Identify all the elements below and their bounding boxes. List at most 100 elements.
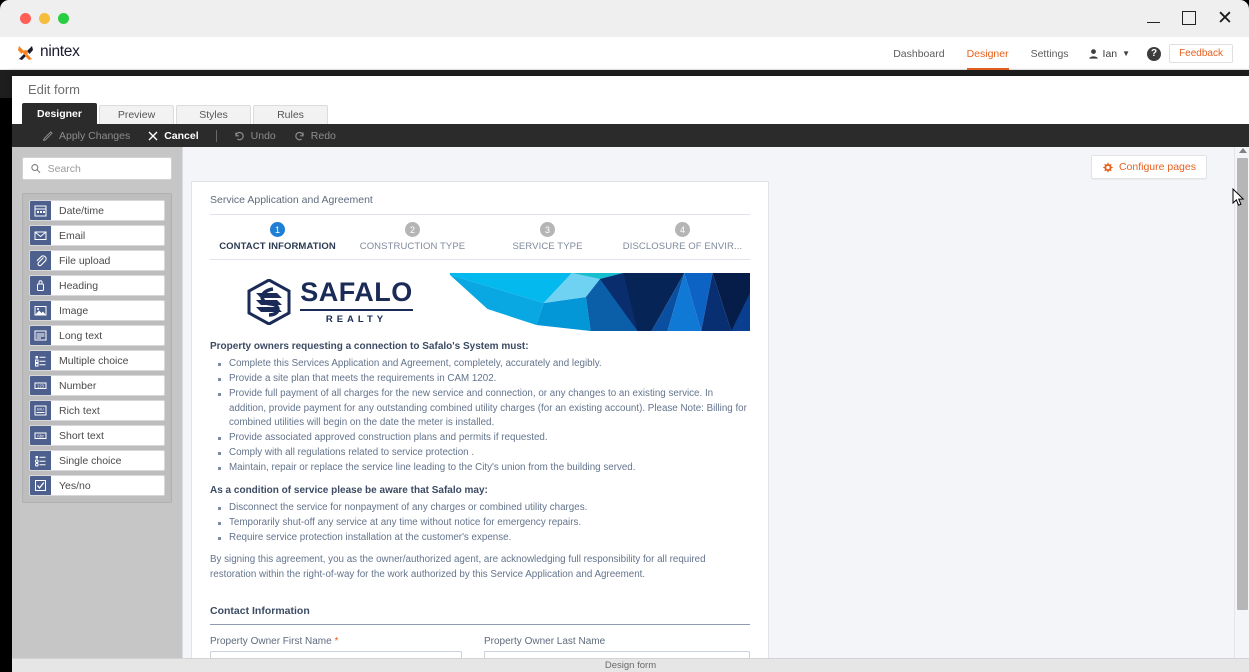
field-label: Property Owner First Name * — [210, 636, 462, 647]
control-label: Long text — [59, 329, 103, 342]
text-input[interactable] — [484, 650, 750, 658]
svg-text:Abc: Abc — [37, 433, 44, 438]
app-header: nintex Dashboard Designer Settings Ian ▼… — [0, 37, 1249, 70]
control-yes-no[interactable]: Yes/no — [29, 475, 165, 496]
configure-pages-button[interactable]: Configure pages — [1090, 155, 1207, 179]
control-multiple-choice[interactable]: Multiple choice — [29, 350, 165, 371]
control-rich-text[interactable]: BIU Rich text — [29, 400, 165, 421]
cancel-button[interactable]: Cancel — [139, 124, 207, 147]
step-service-type[interactable]: 3 SERVICE TYPE — [480, 222, 615, 252]
field-property-owner-last-name[interactable]: Property Owner Last Name — [480, 636, 750, 658]
tab-styles[interactable]: Styles — [176, 105, 251, 124]
body-list-1: Complete this Services Application and A… — [216, 357, 750, 476]
list-item: Complete this Services Application and A… — [216, 357, 750, 371]
feedback-button[interactable]: Feedback — [1169, 44, 1233, 63]
modal-tabs: Designer Preview Styles Rules — [12, 103, 1249, 124]
control-image[interactable]: Image — [29, 300, 165, 321]
minimize-icon[interactable] — [1143, 8, 1163, 28]
paperclip-icon — [30, 251, 51, 270]
cancel-label: Cancel — [164, 129, 199, 142]
nav-designer[interactable]: Designer — [956, 37, 1020, 70]
list-item: Maintain, repair or replace the service … — [216, 461, 750, 475]
nav-settings[interactable]: Settings — [1020, 37, 1080, 70]
step-label: SERVICE TYPE — [512, 241, 583, 252]
control-single-choice[interactable]: Single choice — [29, 450, 165, 471]
control-heading[interactable]: Heading — [29, 275, 165, 296]
window-controls: ✕ — [1143, 8, 1235, 28]
control-long-text[interactable]: Long text — [29, 325, 165, 346]
application-window: ✕ nintex Dashboard Designer Settings Ian… — [0, 0, 1249, 672]
step-construction-type[interactable]: 2 CONSTRUCTION TYPE — [345, 222, 480, 252]
modal-title: Edit form — [12, 76, 1249, 103]
list-item: Require service protection installation … — [216, 531, 750, 545]
svg-text:BIU: BIU — [37, 407, 44, 412]
close-icon[interactable]: ✕ — [1215, 8, 1235, 28]
field-property-owner-first-name[interactable]: Property Owner First Name * — [210, 636, 480, 658]
field-grid: Property Owner First Name * Property Own… — [210, 636, 750, 658]
control-date-time[interactable]: Date/time — [29, 200, 165, 221]
list-item: Temporarily shut-off any service at any … — [216, 516, 750, 530]
nav-dashboard[interactable]: Dashboard — [882, 37, 955, 70]
checkbox-icon — [30, 476, 51, 495]
nintex-mark-icon — [17, 44, 34, 61]
form-banner: SAFALO REALTY — [210, 273, 750, 331]
step-number: 2 — [405, 222, 420, 237]
minimize-window-button[interactable] — [39, 13, 50, 24]
heading-icon — [30, 276, 51, 295]
tab-designer[interactable]: Designer — [22, 103, 97, 124]
control-number[interactable]: 123 Number — [29, 375, 165, 396]
text-input[interactable] — [210, 650, 462, 658]
control-label: Yes/no — [59, 479, 91, 492]
step-label: CONSTRUCTION TYPE — [359, 241, 466, 252]
configure-pages-row: Configure pages — [1090, 155, 1207, 179]
tab-preview[interactable]: Preview — [99, 105, 174, 124]
mouse-cursor — [1232, 187, 1245, 212]
scroll-up-arrow-icon[interactable] — [1239, 148, 1247, 153]
redo-icon — [295, 131, 304, 140]
control-label: Date/time — [59, 204, 104, 217]
step-disclosure-of-environment[interactable]: 4 DISCLOSURE OF ENVIR... — [615, 222, 750, 252]
redo-label: Redo — [310, 129, 336, 142]
maximize-icon[interactable] — [1179, 8, 1199, 28]
user-menu[interactable]: Ian ▼ — [1080, 48, 1140, 60]
user-name: Ian — [1102, 47, 1118, 60]
search-input[interactable] — [47, 162, 163, 175]
status-bar: Design form — [12, 658, 1249, 672]
nintex-wordmark: nintex — [40, 43, 80, 60]
brand-divider — [300, 309, 413, 311]
control-label: Number — [59, 379, 97, 392]
rich-text-icon: BIU — [30, 401, 51, 420]
designer-body: Date/time Email File upload Heading — [12, 147, 1249, 658]
command-bar: Apply Changes Cancel Undo Redo — [12, 124, 1249, 147]
field-label: Property Owner Last Name — [484, 636, 750, 647]
multiple-choice-icon — [30, 351, 51, 370]
control-label: File upload — [59, 254, 111, 267]
user-icon — [1088, 48, 1098, 59]
control-label: Short text — [59, 429, 104, 442]
form-canvas: Configure pages Service Application and … — [182, 147, 1249, 658]
control-short-text[interactable]: Abc Short text — [29, 425, 165, 446]
apply-changes-button[interactable]: Apply Changes — [34, 124, 139, 147]
scrollbar-thumb[interactable] — [1237, 158, 1248, 610]
body-list-2: Disconnect the service for nonpayment of… — [216, 501, 750, 546]
maximize-window-button[interactable] — [58, 13, 69, 24]
list-item: Comply with all regulations related to s… — [216, 446, 750, 460]
undo-button[interactable]: Undo — [225, 124, 285, 147]
page-stepper: 1 CONTACT INFORMATION 2 CONSTRUCTION TYP… — [210, 214, 750, 260]
step-contact-information[interactable]: 1 CONTACT INFORMATION — [210, 222, 345, 252]
calendar-icon — [30, 201, 51, 220]
control-email[interactable]: Email — [29, 225, 165, 246]
undo-label: Undo — [250, 129, 276, 142]
help-icon[interactable]: ? — [1147, 46, 1162, 61]
control-label: Image — [59, 304, 89, 317]
control-file-upload[interactable]: File upload — [29, 250, 165, 271]
redo-button[interactable]: Redo — [285, 124, 345, 147]
close-window-button[interactable] — [20, 13, 31, 24]
canvas-scrollbar[interactable] — [1234, 147, 1249, 658]
search-box[interactable] — [22, 157, 172, 180]
form-body-copy: Property owners requesting a connection … — [210, 331, 750, 583]
tab-rules[interactable]: Rules — [253, 105, 328, 124]
required-marker: * — [331, 635, 339, 647]
nintex-logo[interactable]: nintex — [17, 43, 80, 61]
safalo-name: SAFALO — [300, 277, 413, 308]
